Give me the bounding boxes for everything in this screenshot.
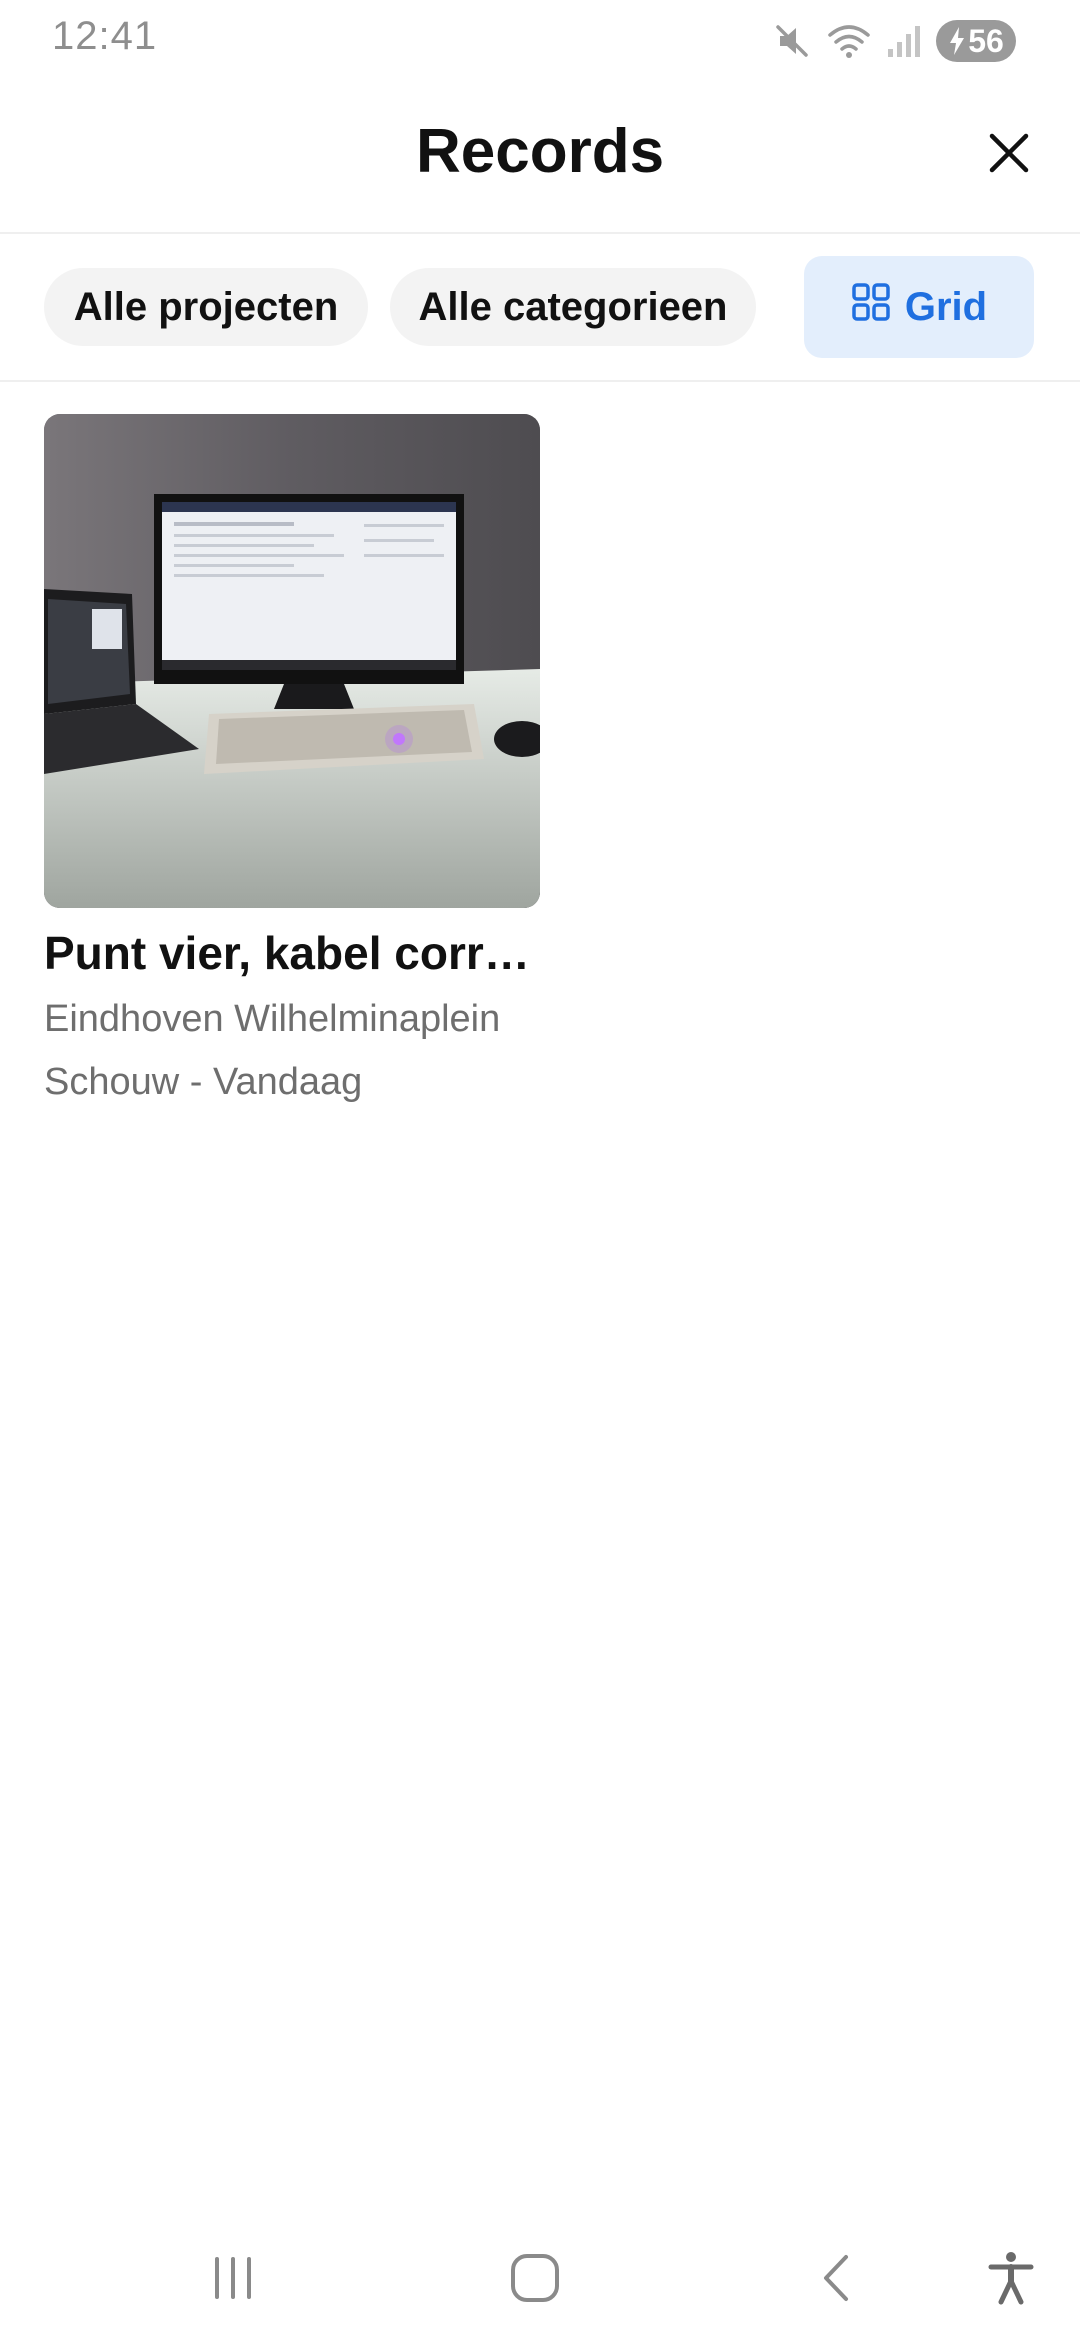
- record-photo: [44, 414, 540, 908]
- grid-icon: [851, 282, 891, 332]
- recent-apps-icon: [208, 2253, 258, 2308]
- record-location: Eindhoven Wilhelminaplein: [44, 998, 501, 1040]
- record-category-date: Schouw - Vandaag: [44, 1061, 363, 1103]
- category-filter-chip[interactable]: Alle categorieen: [390, 268, 756, 346]
- status-bar: 12:41 56: [0, 0, 1080, 80]
- wifi-icon: [826, 21, 872, 61]
- back-icon: [812, 2253, 862, 2308]
- page-title: Records: [415, 117, 665, 186]
- mute-icon: [772, 21, 812, 61]
- status-time: 12:41: [52, 14, 158, 58]
- home-button[interactable]: [490, 2240, 580, 2320]
- header: Records: [0, 80, 1080, 234]
- view-toggle-button[interactable]: Grid: [804, 256, 1034, 358]
- close-button[interactable]: [972, 118, 1046, 192]
- battery-charging-icon: [948, 26, 966, 56]
- signal-icon: [886, 21, 922, 61]
- close-icon: [987, 131, 1031, 180]
- accessibility-button[interactable]: [966, 2240, 1056, 2320]
- filter-bar: Alle projecten Alle categorieen Grid: [0, 236, 1080, 382]
- record-card[interactable]: Punt vier, kabel correctie Eindhoven Wil…: [44, 414, 540, 1104]
- home-icon: [508, 2251, 562, 2310]
- back-button[interactable]: [792, 2240, 882, 2320]
- project-filter-chip[interactable]: Alle projecten: [44, 268, 368, 346]
- system-nav-bar: [0, 2210, 1080, 2340]
- status-icons: 56: [772, 18, 1016, 64]
- recent-apps-button[interactable]: [188, 2240, 278, 2320]
- category-filter-label: Alle categorieen: [418, 284, 728, 329]
- project-filter-label: Alle projecten: [73, 284, 339, 329]
- battery-level: 56: [968, 22, 1004, 59]
- record-title: Punt vier, kabel correctie: [44, 927, 540, 979]
- battery-indicator: 56: [936, 20, 1016, 62]
- accessibility-icon: [986, 2250, 1036, 2311]
- view-toggle-label: Grid: [904, 284, 988, 329]
